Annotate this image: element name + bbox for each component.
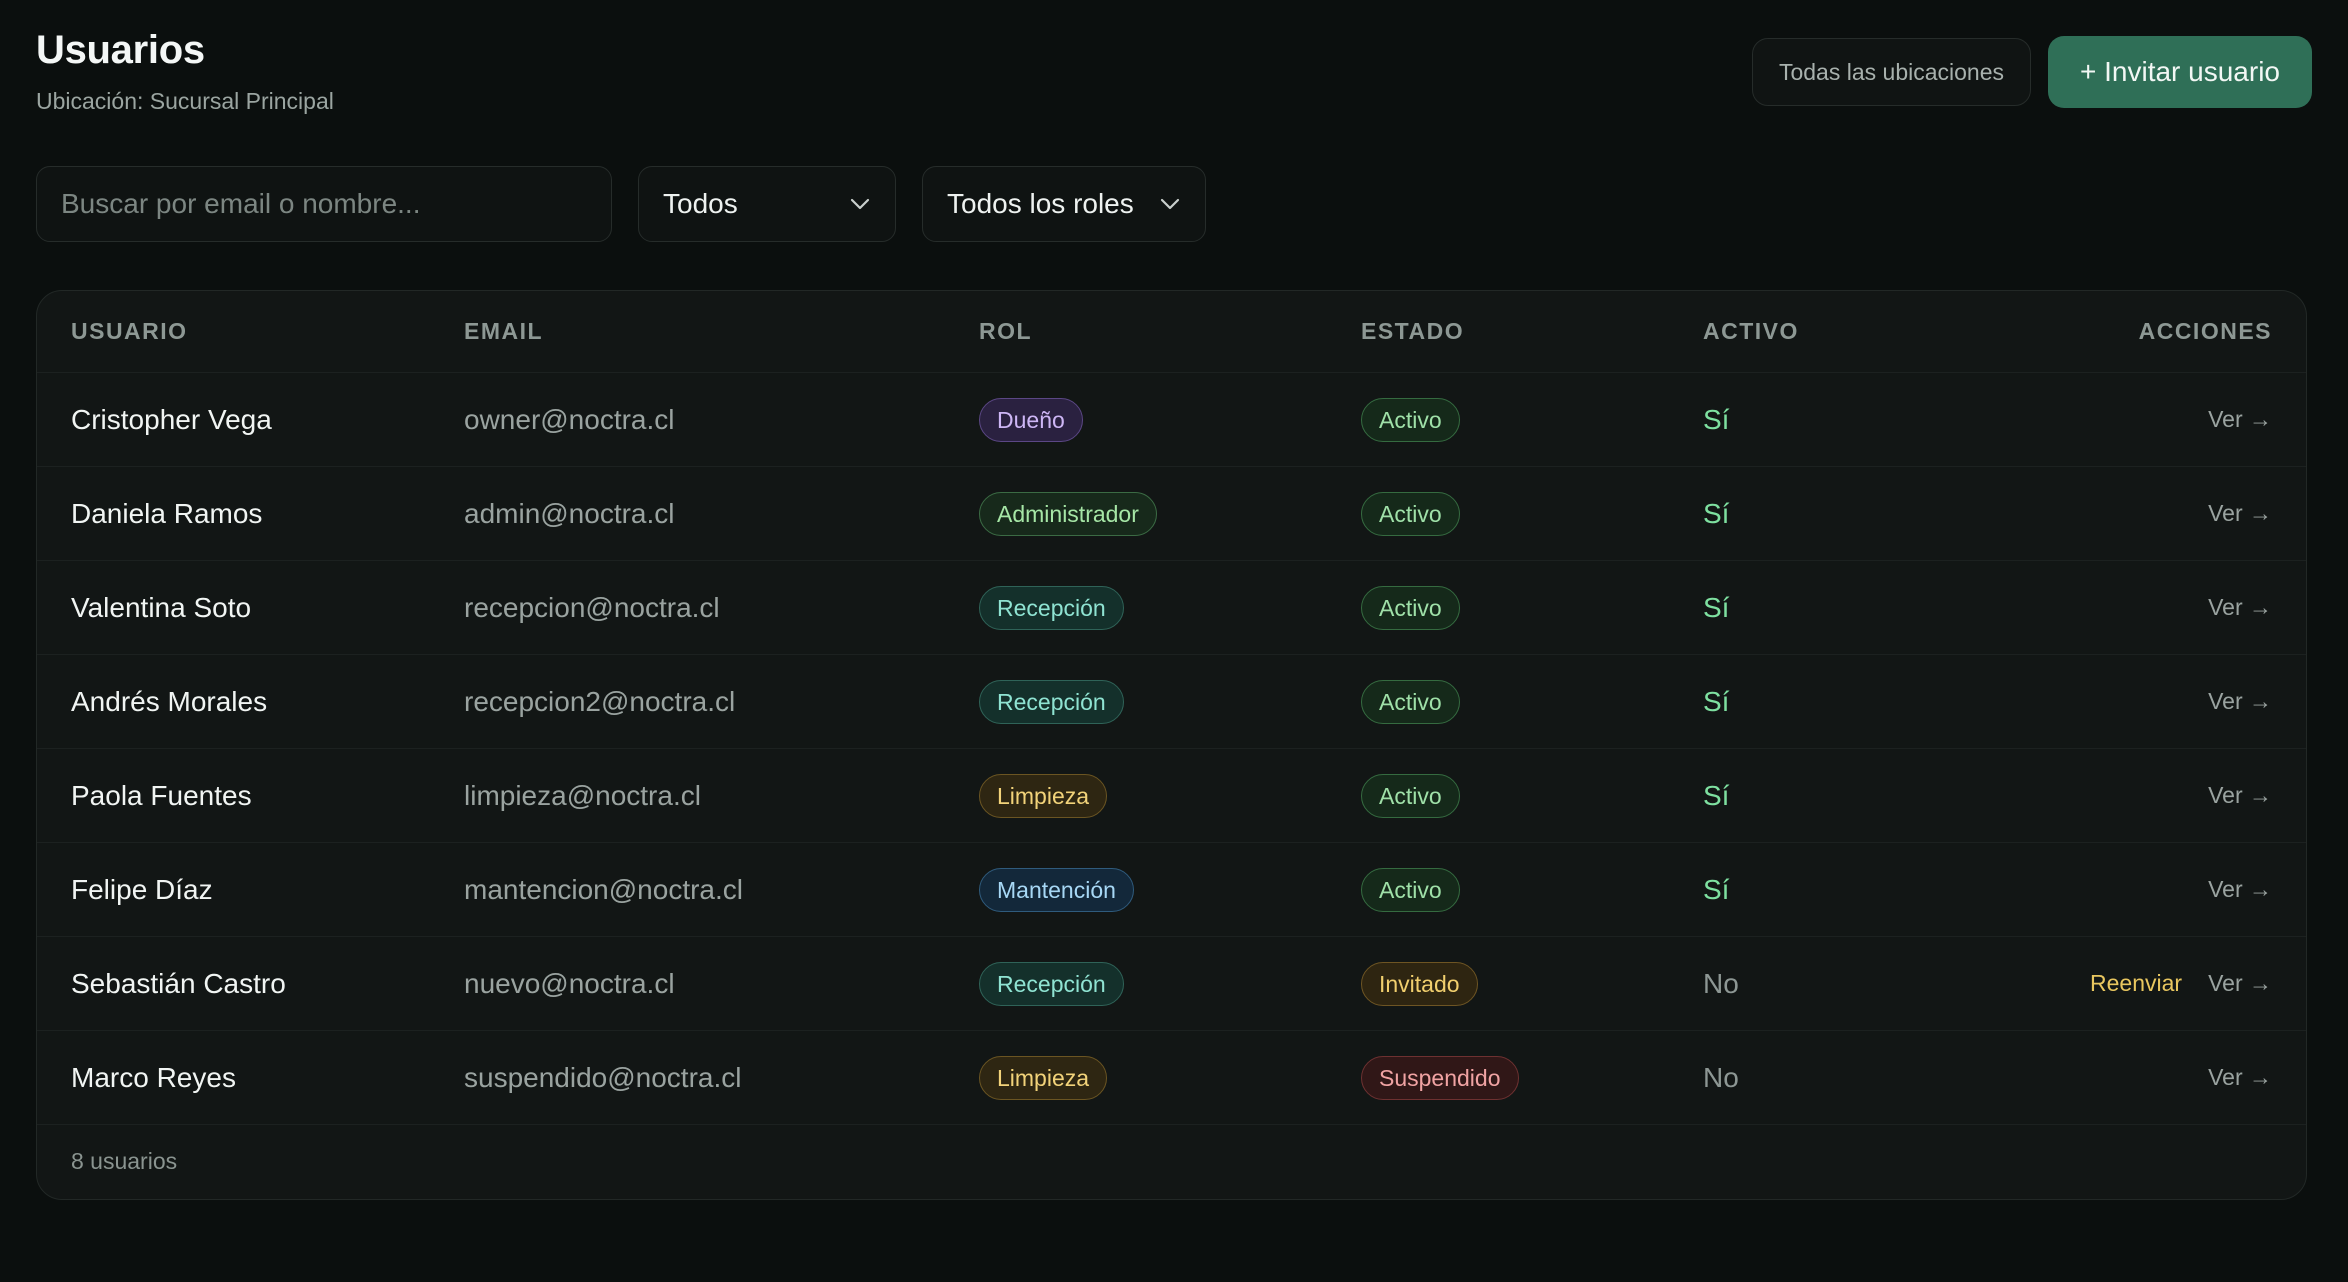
table-row[interactable]: Paola Fuentes limpieza@noctra.cl Limpieza A… [37, 749, 2306, 843]
search-input[interactable] [36, 166, 612, 242]
page-header: Usuarios Ubicación: Sucursal Principal T… [36, 0, 2312, 150]
active-value: Sí [1703, 403, 1730, 435]
column-header-status[interactable]: ESTADO [1361, 318, 1703, 345]
header-actions: Todas las ubicaciones + Invitar usuario [1751, 36, 2312, 108]
role-filter-select[interactable]: Todos los roles [922, 166, 1206, 242]
view-user-link[interactable]: Ver → [2208, 594, 2272, 621]
role-badge: Dueño [979, 397, 1083, 442]
chevron-down-icon [849, 193, 871, 215]
location-subtitle: Ubicación: Sucursal Principal [36, 88, 334, 114]
user-name: Cristopher Vega [71, 403, 272, 435]
active-value: Sí [1703, 685, 1730, 717]
view-user-link[interactable]: Ver → [2208, 782, 2272, 809]
user-email: recepcion2@noctra.cl [464, 685, 736, 717]
users-table: USUARIO EMAIL ROL ESTADO ACTIVO ACCIONES… [36, 290, 2307, 1200]
all-locations-button[interactable]: Todas las ubicaciones [1751, 38, 2031, 106]
active-value: Sí [1703, 779, 1730, 811]
column-header-user[interactable]: USUARIO [37, 318, 464, 345]
invite-user-button[interactable]: + Invitar usuario [2048, 36, 2312, 108]
table-row[interactable]: Cristopher Vega owner@noctra.cl Dueño Activ… [37, 373, 2306, 467]
user-name: Valentina Soto [71, 591, 252, 623]
user-name: Daniela Ramos [71, 497, 263, 529]
user-email: limpieza@noctra.cl [464, 779, 701, 811]
table-footer-count: 8 usuarios [71, 1147, 178, 1174]
table-row[interactable]: Felipe Díaz mantencion@noctra.cl Mantenció… [37, 843, 2306, 937]
table-row[interactable]: Andrés Morales recepcion2@noctra.cl Recepc… [37, 655, 2306, 749]
user-name: Marco Reyes [71, 1061, 236, 1093]
table-row[interactable]: Marco Reyes suspendido@noctra.cl Limpieza S… [37, 1031, 2306, 1125]
view-user-link[interactable]: Ver → [2208, 970, 2272, 997]
view-user-link[interactable]: Ver → [2208, 1064, 2272, 1091]
active-value: Sí [1703, 873, 1730, 905]
role-badge: Limpieza [979, 773, 1108, 818]
user-name: Paola Fuentes [71, 779, 252, 811]
role-badge: Recepción [979, 679, 1124, 724]
resend-invite-link[interactable]: Reenviar [2090, 970, 2182, 997]
active-value: No [1703, 1061, 1739, 1093]
active-value: Sí [1703, 591, 1730, 623]
column-header-active[interactable]: ACTIVO [1703, 318, 2003, 345]
column-header-role[interactable]: ROL [979, 318, 1361, 345]
users-page: Usuarios Ubicación: Sucursal Principal T… [0, 0, 2348, 1282]
view-user-link[interactable]: Ver → [2208, 500, 2272, 527]
table-row[interactable]: Valentina Soto recepcion@noctra.cl Recepci… [37, 561, 2306, 655]
status-badge: Invitado [1361, 961, 1478, 1006]
user-email: recepcion@noctra.cl [464, 591, 720, 623]
user-email: suspendido@noctra.cl [464, 1061, 742, 1093]
status-badge: Suspendido [1361, 1055, 1519, 1100]
filters-bar: Todos Todos los roles [36, 166, 1206, 242]
role-badge: Recepción [979, 585, 1124, 630]
status-filter-value: Todos [663, 188, 738, 219]
column-header-actions: ACCIONES [2138, 318, 2272, 344]
table-row[interactable]: Daniela Ramos admin@noctra.cl Administrado… [37, 467, 2306, 561]
view-user-link[interactable]: Ver → [2208, 688, 2272, 715]
user-email: admin@noctra.cl [464, 497, 675, 529]
active-value: Sí [1703, 497, 1730, 529]
status-badge: Activo [1361, 491, 1460, 536]
role-badge: Recepción [979, 961, 1124, 1006]
status-badge: Activo [1361, 397, 1460, 442]
table-body: Cristopher Vega owner@noctra.cl Dueño Activ… [37, 373, 2306, 1125]
status-badge: Activo [1361, 585, 1460, 630]
view-user-link[interactable]: Ver → [2208, 876, 2272, 903]
view-user-link[interactable]: Ver → [2208, 406, 2272, 433]
user-name: Felipe Díaz [71, 873, 213, 905]
table-row[interactable]: Sebastián Castro nuevo@noctra.cl Recepción… [37, 937, 2306, 1031]
status-filter-select[interactable]: Todos [638, 166, 896, 242]
user-name: Sebastián Castro [71, 967, 286, 999]
user-email: owner@noctra.cl [464, 403, 675, 435]
user-name: Andrés Morales [71, 685, 268, 717]
role-filter-value: Todos los roles [947, 188, 1134, 219]
user-email: mantencion@noctra.cl [464, 873, 744, 905]
status-badge: Activo [1361, 867, 1460, 912]
user-email: nuevo@noctra.cl [464, 967, 675, 999]
active-value: No [1703, 967, 1739, 999]
role-badge: Limpieza [979, 1055, 1108, 1100]
status-badge: Activo [1361, 773, 1460, 818]
page-title: Usuarios [36, 28, 205, 72]
role-badge: Mantención [979, 867, 1134, 912]
role-badge: Administrador [979, 491, 1157, 536]
status-badge: Activo [1361, 679, 1460, 724]
chevron-down-icon [1159, 193, 1181, 215]
column-header-email[interactable]: EMAIL [464, 318, 979, 345]
table-header: USUARIO EMAIL ROL ESTADO ACTIVO ACCIONES [37, 291, 2306, 373]
